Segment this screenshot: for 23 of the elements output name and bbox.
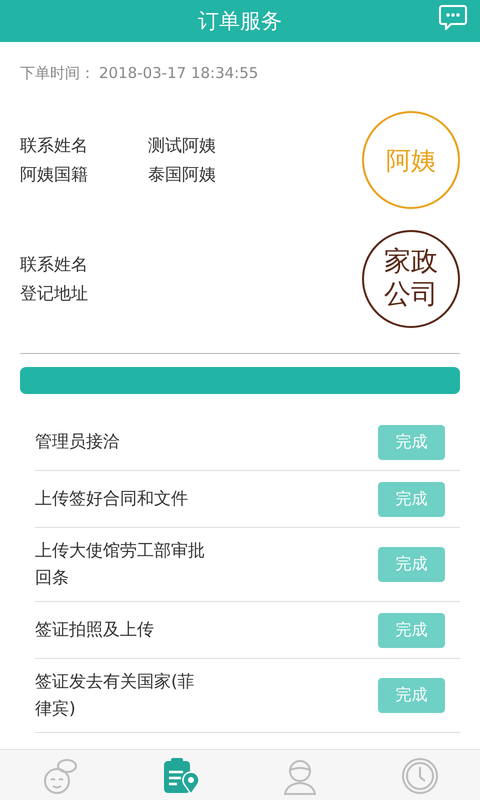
field-value: 测试阿姨 (148, 135, 216, 157)
complete-button[interactable]: 完成 (378, 424, 445, 460)
step-label: 管理员接洽 (35, 430, 121, 454)
step-label: 上传签好合同和文件 (35, 488, 189, 511)
order-time-value: 2018-03-17 18:34:55 (99, 64, 258, 84)
field-label: 联系姓名 (20, 135, 89, 157)
clock-icon (400, 756, 440, 796)
complete-button[interactable]: 完成 (378, 547, 445, 582)
complete-button[interactable]: 完成 (378, 482, 445, 516)
complete-button[interactable]: 完成 (378, 678, 445, 713)
step-label: 签证拍照及上传 (35, 618, 155, 642)
step-label: 上传大使馆劳工部审批回条 (35, 540, 206, 590)
field-label: 阿姨国籍 (20, 164, 89, 186)
order-time-label: 下单时间： (20, 64, 95, 84)
field-label: 登记地址 (20, 282, 89, 304)
chat-bubble-icon[interactable] (439, 4, 467, 30)
step-label: 签证发去有关国家(菲律宾) (35, 671, 196, 720)
page-title: 订单服务 (198, 8, 282, 35)
circle-badge: 阿姨 (362, 111, 460, 209)
circle-badge: 家政公司 (362, 230, 460, 328)
field-value: 泰国阿姨 (148, 164, 216, 186)
field-label: 联系姓名 (20, 254, 89, 276)
complete-button[interactable]: 完成 (378, 612, 445, 648)
